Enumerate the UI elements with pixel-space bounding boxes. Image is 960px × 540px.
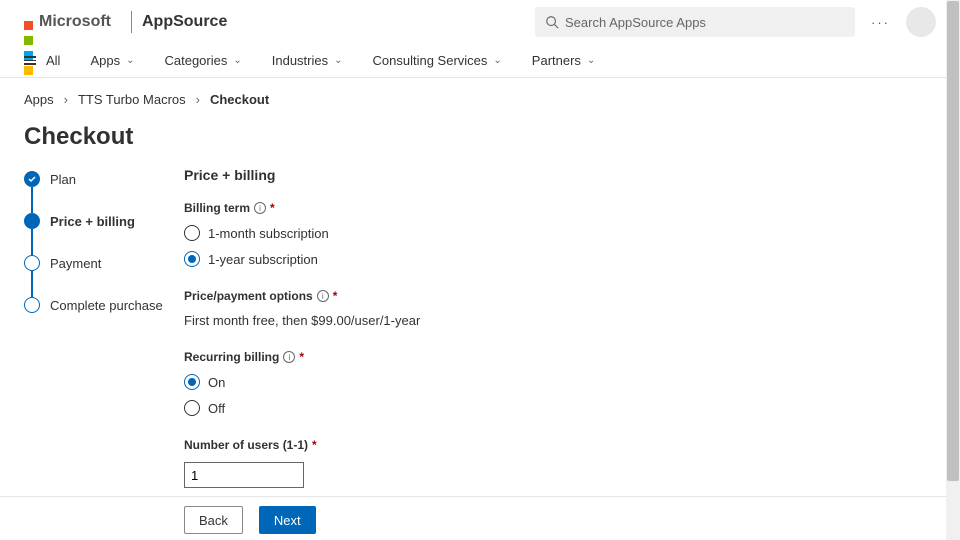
global-header: Microsoft AppSource Search AppSource App… [0, 0, 960, 44]
nav-all[interactable]: All [24, 53, 60, 68]
radio-icon [184, 225, 200, 241]
radio-icon [184, 251, 200, 267]
microsoft-logo-icon [24, 18, 33, 27]
label-text: Number of users (1-1) [184, 438, 308, 452]
step-plan[interactable]: Plan [24, 171, 184, 187]
avatar[interactable] [906, 7, 936, 37]
nav-industries[interactable]: Industries ⌄ [272, 53, 343, 68]
label-text: Recurring billing [184, 350, 279, 364]
footer-divider [0, 496, 946, 497]
product-name[interactable]: AppSource [142, 13, 227, 31]
step-dot-icon [24, 255, 40, 271]
radio-label: Off [208, 401, 225, 416]
chevron-down-icon: ⌄ [126, 55, 134, 66]
required-marker: * [270, 201, 275, 215]
more-menu-icon[interactable]: ··· [871, 15, 890, 30]
radio-icon [184, 400, 200, 416]
radio-label: On [208, 375, 225, 390]
label-text: Price/payment options [184, 289, 313, 303]
price-options-desc: First month free, then $99.00/user/1-yea… [184, 313, 936, 328]
nav-label: Industries [272, 53, 328, 68]
back-button[interactable]: Back [184, 506, 243, 534]
step-label: Complete purchase [50, 298, 163, 313]
page-title: Checkout [0, 113, 960, 167]
nav-categories[interactable]: Categories ⌄ [164, 53, 241, 68]
info-icon[interactable]: i [317, 290, 329, 302]
chevron-down-icon: ⌄ [493, 55, 501, 66]
step-label: Plan [50, 172, 76, 187]
radio-label: 1-year subscription [208, 252, 318, 267]
step-price-billing[interactable]: Price + billing [24, 213, 184, 229]
step-label: Payment [50, 256, 101, 271]
step-dot-icon [24, 213, 40, 229]
scrollbar-thumb[interactable] [947, 1, 959, 481]
search-input[interactable]: Search AppSource Apps [535, 7, 855, 37]
step-connector [31, 229, 33, 255]
nav-label: Consulting Services [373, 53, 488, 68]
scrollbar[interactable] [946, 0, 960, 540]
required-marker: * [299, 350, 304, 364]
recurring-billing-label: Recurring billing i * [184, 350, 936, 364]
radio-label: 1-month subscription [208, 226, 329, 241]
step-connector [31, 187, 33, 213]
nav-apps[interactable]: Apps ⌄ [90, 53, 134, 68]
required-marker: * [312, 438, 317, 452]
step-connector [31, 271, 33, 297]
chevron-down-icon: ⌄ [334, 55, 342, 66]
chevron-right-icon: › [196, 92, 200, 107]
header-divider [131, 11, 132, 33]
nav-label: Partners [532, 53, 581, 68]
nav-consulting[interactable]: Consulting Services ⌄ [373, 53, 502, 68]
info-icon[interactable]: i [254, 202, 266, 214]
billing-1year-radio[interactable]: 1-year subscription [184, 251, 936, 267]
search-placeholder: Search AppSource Apps [565, 15, 706, 30]
form-content: Price + billing Billing term i * 1-month… [184, 167, 936, 510]
number-of-users-label: Number of users (1-1) * [184, 438, 936, 452]
info-icon[interactable]: i [283, 351, 295, 363]
search-icon [545, 15, 559, 29]
radio-icon [184, 374, 200, 390]
recurring-on-radio[interactable]: On [184, 374, 936, 390]
label-text: Billing term [184, 201, 250, 215]
nav-partners[interactable]: Partners ⌄ [532, 53, 596, 68]
step-payment[interactable]: Payment [24, 255, 184, 271]
check-icon [24, 171, 40, 187]
chevron-down-icon: ⌄ [233, 55, 241, 66]
step-label: Price + billing [50, 214, 135, 229]
number-of-users-input[interactable] [184, 462, 304, 488]
recurring-off-radio[interactable]: Off [184, 400, 936, 416]
footer-actions: Back Next [184, 506, 316, 534]
chevron-right-icon: › [64, 92, 68, 107]
checkout-steps: Plan Price + billing Payment Complete pu… [24, 167, 184, 510]
billing-1month-radio[interactable]: 1-month subscription [184, 225, 936, 241]
price-options-label: Price/payment options i * [184, 289, 936, 303]
nav-all-label: All [46, 53, 60, 68]
step-complete[interactable]: Complete purchase [24, 297, 184, 313]
brand-name: Microsoft [39, 13, 111, 31]
category-nav: All Apps ⌄ Categories ⌄ Industries ⌄ Consul… [0, 44, 960, 78]
nav-label: Apps [90, 53, 120, 68]
billing-term-label: Billing term i * [184, 201, 936, 215]
required-marker: * [333, 289, 338, 303]
chevron-down-icon: ⌄ [587, 55, 595, 66]
next-button[interactable]: Next [259, 506, 316, 534]
breadcrumb-item[interactable]: TTS Turbo Macros [78, 92, 186, 107]
nav-label: Categories [164, 53, 227, 68]
breadcrumb-root[interactable]: Apps [24, 92, 54, 107]
hamburger-icon [24, 56, 36, 65]
section-title: Price + billing [184, 167, 936, 183]
breadcrumb-current: Checkout [210, 92, 269, 107]
breadcrumb: Apps › TTS Turbo Macros › Checkout [0, 78, 960, 113]
step-dot-icon [24, 297, 40, 313]
